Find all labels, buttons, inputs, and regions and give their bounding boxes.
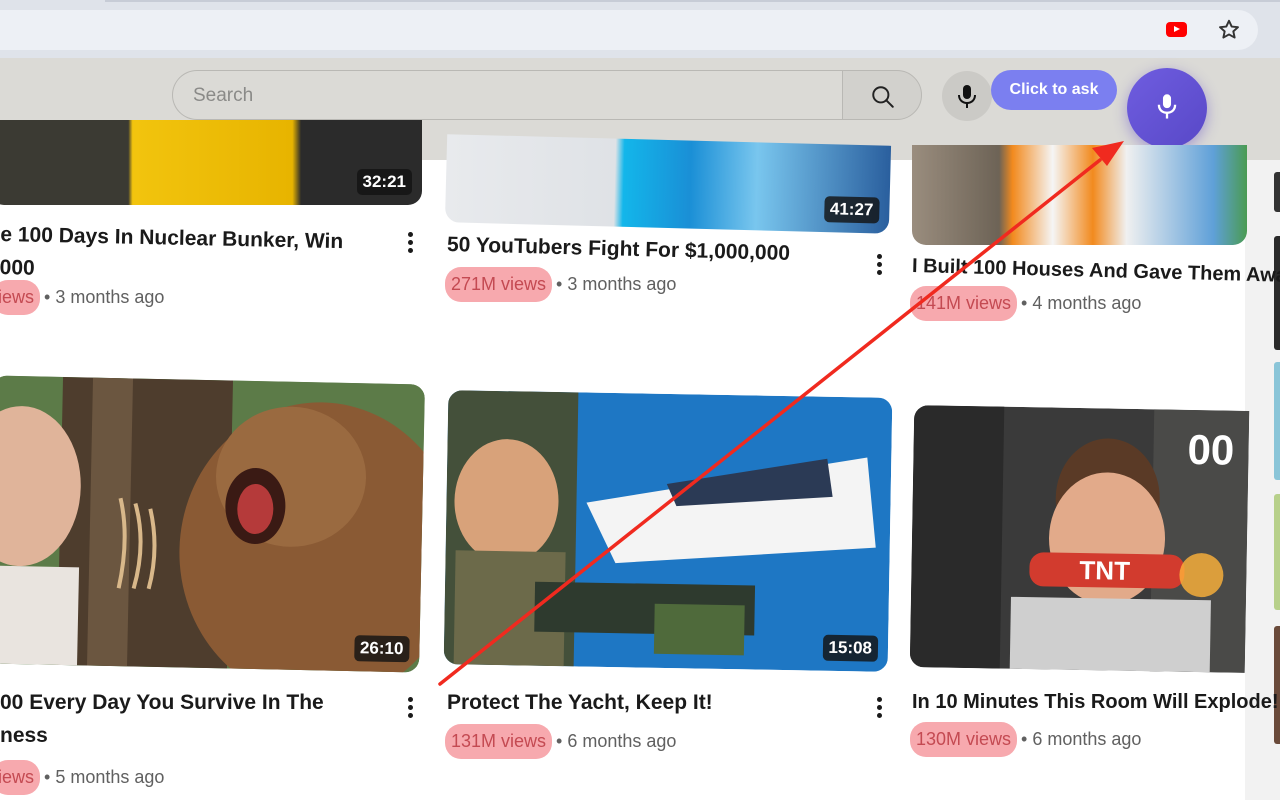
view-count: 271M views xyxy=(445,267,553,302)
video-title-line[interactable]: 00 Every Day You Survive In The xyxy=(0,686,324,719)
video-thumbnail[interactable]: 15:08 xyxy=(443,390,893,672)
tab-strip xyxy=(0,0,1280,10)
video-meta: 130M views • 6 months ago xyxy=(910,722,1141,757)
video-title[interactable]: 50 YouTubers Fight For $1,000,000 xyxy=(447,228,791,270)
view-count: 131M views xyxy=(445,724,553,759)
upload-age: 6 months ago xyxy=(1032,729,1142,749)
duration-badge: 15:08 xyxy=(822,634,879,662)
upload-age: 6 months ago xyxy=(567,731,677,751)
thumbnail-image: TNT 00 xyxy=(909,405,1250,673)
video-thumbnail[interactable]: TNT 00 xyxy=(909,405,1250,673)
video-title[interactable]: In 10 Minutes This Room Will Explode! xyxy=(912,686,1279,719)
more-options-button[interactable] xyxy=(402,694,418,724)
thumbnail-text: 00 xyxy=(1187,426,1235,474)
upload-age: 5 months ago xyxy=(55,767,165,787)
video-meta: 271M views • 3 months ago xyxy=(445,267,676,302)
more-options-button[interactable] xyxy=(871,694,887,724)
more-options-button[interactable] xyxy=(871,251,887,281)
microphone-icon xyxy=(1157,94,1177,119)
separator: • xyxy=(44,767,51,787)
upload-age: 4 months ago xyxy=(1032,293,1142,313)
youtube-icon[interactable] xyxy=(1166,22,1187,37)
video-thumbnail[interactable] xyxy=(912,145,1247,245)
view-count: 141M views xyxy=(910,286,1018,321)
separator: • xyxy=(44,287,51,307)
video-meta: iews • 5 months ago xyxy=(0,760,164,795)
separator: • xyxy=(1021,293,1028,313)
thumbnail-image xyxy=(0,375,425,673)
side-thumbnail[interactable] xyxy=(1274,236,1280,350)
search-input[interactable] xyxy=(193,83,813,109)
upload-age: 3 months ago xyxy=(55,287,165,307)
video-thumbnail[interactable]: 32:21 xyxy=(0,120,422,205)
video-thumbnail[interactable]: 41:27 xyxy=(444,134,892,234)
active-tab-edge xyxy=(105,0,1280,2)
view-count: iews xyxy=(0,280,41,315)
microphone-icon xyxy=(958,85,976,108)
video-meta: 131M views • 6 months ago xyxy=(445,724,676,759)
video-title[interactable]: Protect The Yacht, Keep It! xyxy=(447,686,713,719)
side-thumbnail[interactable] xyxy=(1274,626,1280,744)
voice-search-button[interactable] xyxy=(942,71,992,121)
separator: • xyxy=(556,731,563,751)
upload-age: 3 months ago xyxy=(567,274,677,294)
separator: • xyxy=(1021,729,1028,749)
search-box[interactable] xyxy=(172,70,844,120)
star-icon[interactable] xyxy=(1216,17,1242,43)
video-meta: iews • 3 months ago xyxy=(0,280,164,315)
thumbnail-text: TNT xyxy=(1079,555,1130,586)
duration-badge: 41:27 xyxy=(823,196,880,224)
voice-assistant-button[interactable] xyxy=(1127,68,1207,148)
view-count: 130M views xyxy=(910,722,1018,757)
video-meta: 141M views • 4 months ago xyxy=(910,286,1141,321)
side-thumbnail[interactable] xyxy=(1274,172,1280,212)
duration-badge: 26:10 xyxy=(353,635,410,663)
video-title[interactable]: 00 Every Day You Survive In The ness xyxy=(0,686,324,752)
thumbnail-image xyxy=(443,390,893,672)
more-options-button[interactable] xyxy=(402,229,418,259)
side-thumbnail[interactable] xyxy=(1274,362,1280,480)
search-button[interactable] xyxy=(842,70,922,120)
side-thumbnail[interactable] xyxy=(1274,494,1280,610)
view-count: iews xyxy=(0,760,41,795)
video-title-line[interactable]: ness xyxy=(0,719,324,752)
separator: • xyxy=(556,274,563,294)
search-icon xyxy=(872,86,894,108)
click-to-ask-tooltip[interactable]: Click to ask xyxy=(991,70,1117,110)
duration-badge: 32:21 xyxy=(356,169,412,195)
address-bar[interactable] xyxy=(0,10,1258,50)
video-thumbnail[interactable]: 26:10 xyxy=(0,375,425,673)
